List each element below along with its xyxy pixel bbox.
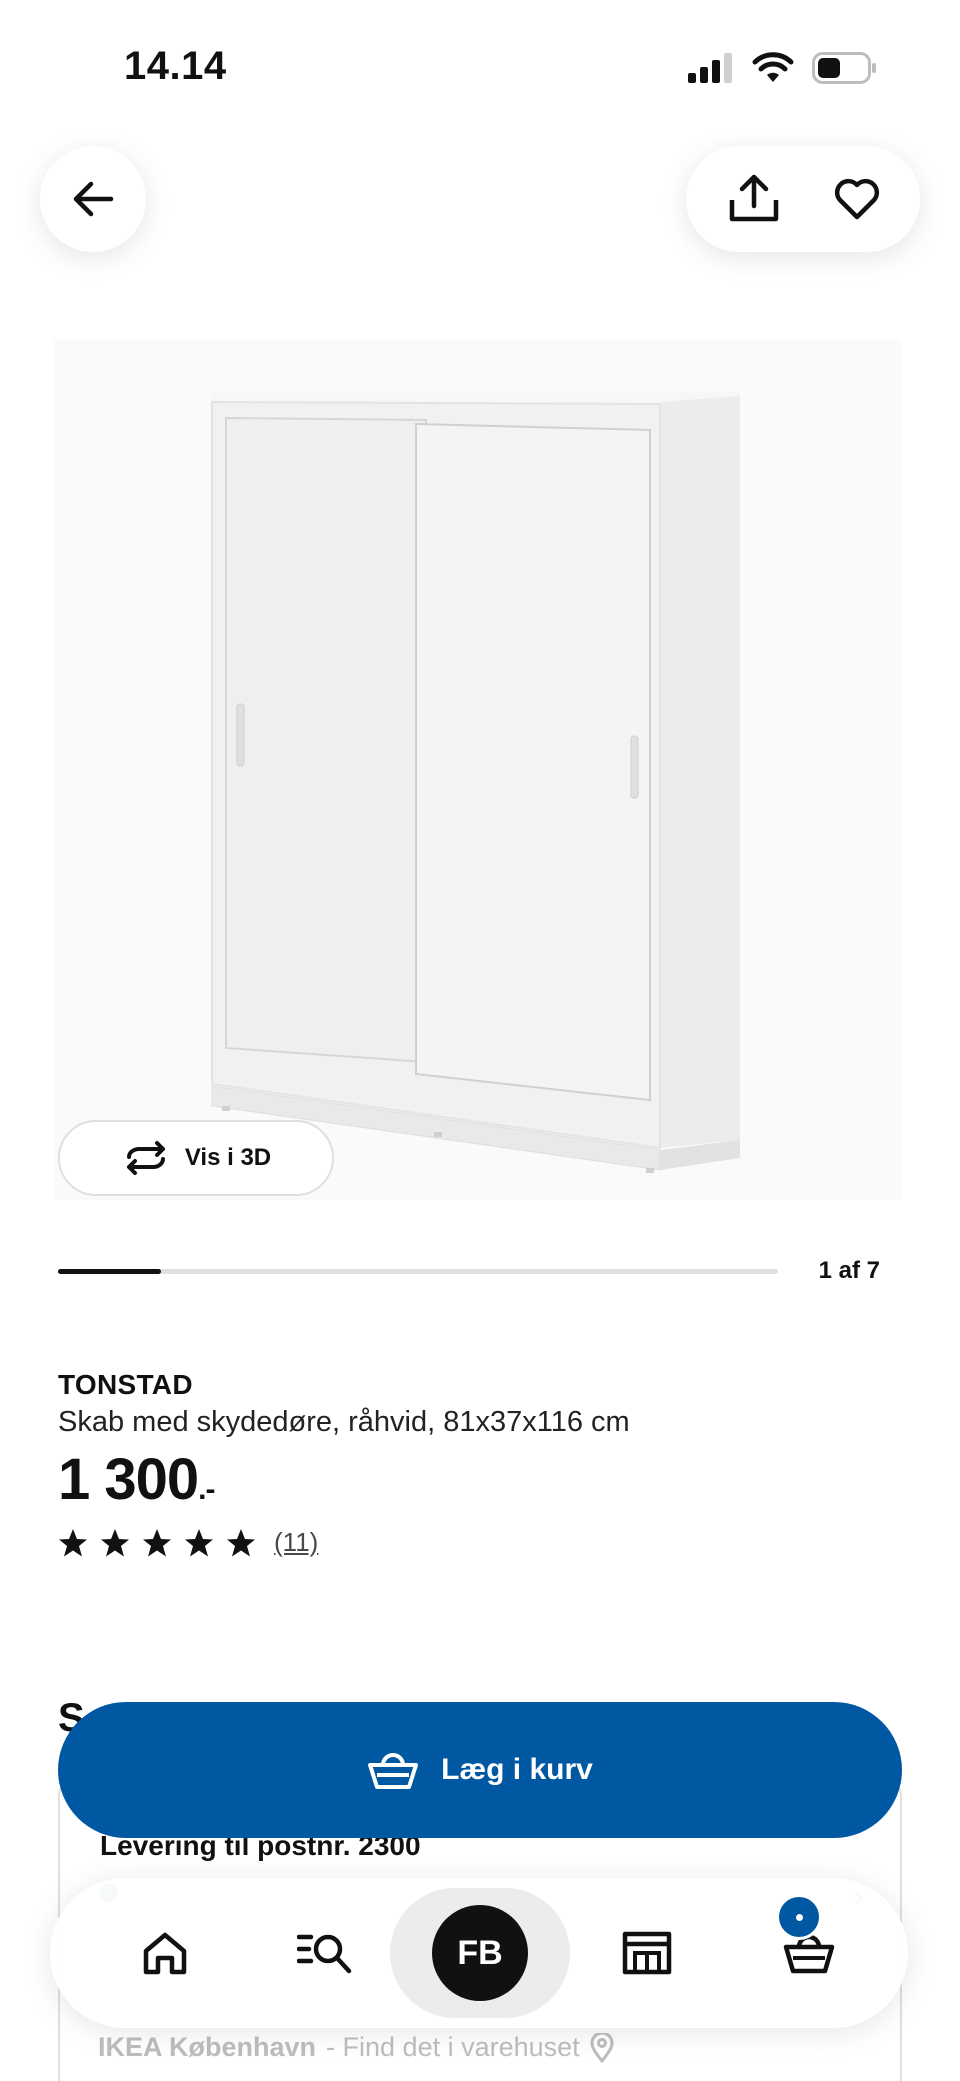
share-button[interactable] bbox=[726, 174, 782, 224]
nav-home[interactable] bbox=[120, 1878, 210, 2028]
signal-icon bbox=[688, 53, 732, 83]
star-icon bbox=[143, 1528, 171, 1556]
rating-stars bbox=[58, 1528, 256, 1558]
product-image[interactable] bbox=[54, 340, 902, 1200]
cart-badge-dot bbox=[795, 1913, 803, 1921]
wifi-icon bbox=[752, 52, 794, 82]
user-avatar: FB bbox=[432, 1905, 528, 2001]
price-suffix: .- bbox=[198, 1473, 215, 1506]
heart-icon bbox=[834, 178, 880, 220]
product-rating[interactable]: (11) bbox=[58, 1527, 318, 1558]
rotate-3d-icon bbox=[126, 1141, 165, 1175]
star-icon bbox=[227, 1528, 255, 1556]
nav-family-button[interactable]: FB bbox=[390, 1878, 570, 2028]
bottom-navigation: FB bbox=[50, 1878, 908, 2028]
rating-count[interactable]: (11) bbox=[274, 1527, 318, 1558]
product-name: TONSTAD bbox=[58, 1369, 193, 1400]
cart-badge bbox=[776, 1894, 822, 1940]
gallery-progress bbox=[58, 1269, 778, 1274]
star-icon bbox=[185, 1528, 213, 1556]
view-in-3d-label: Vis i 3D bbox=[184, 1144, 272, 1171]
nav-stores[interactable] bbox=[602, 1878, 692, 2028]
price-amount: 1 300 bbox=[58, 1447, 199, 1512]
favourite-button[interactable] bbox=[834, 178, 880, 220]
product-description: Skab med skydedøre, råhvid, 81x37x116 cm bbox=[58, 1406, 630, 1438]
store-name: IKEA København bbox=[98, 2032, 317, 2062]
arrow-left-icon bbox=[73, 181, 114, 217]
store-icon bbox=[622, 1931, 672, 1975]
store-availability[interactable]: IKEA København - Find det i varehuset bbox=[98, 2032, 614, 2063]
cabinet-image bbox=[211, 392, 740, 1173]
store-link: - Find det i varehuset bbox=[326, 2032, 580, 2062]
gallery-progress-fill bbox=[58, 1269, 161, 1274]
home-icon bbox=[143, 1932, 187, 1975]
star-icon bbox=[101, 1528, 129, 1556]
add-to-cart-button[interactable]: Læg i kurv bbox=[58, 1702, 902, 1838]
back-button[interactable] bbox=[40, 146, 146, 252]
basket-icon bbox=[368, 1753, 419, 1789]
gallery-progress-label: 1 af 7 bbox=[818, 1257, 880, 1284]
nav-search[interactable] bbox=[280, 1878, 370, 2028]
product-price: 1 300.- bbox=[58, 1446, 216, 1513]
view-in-3d-button[interactable]: Vis i 3D bbox=[58, 1120, 334, 1196]
location-pin-icon bbox=[590, 2032, 614, 2063]
share-icon bbox=[729, 174, 779, 222]
search-icon bbox=[297, 1934, 352, 1974]
battery-icon bbox=[812, 52, 876, 84]
star-icon bbox=[59, 1528, 87, 1556]
status-icons bbox=[688, 52, 878, 84]
add-to-cart-label: Læg i kurv bbox=[441, 1753, 593, 1786]
status-time: 14.14 bbox=[124, 44, 227, 88]
action-pill bbox=[686, 146, 920, 252]
